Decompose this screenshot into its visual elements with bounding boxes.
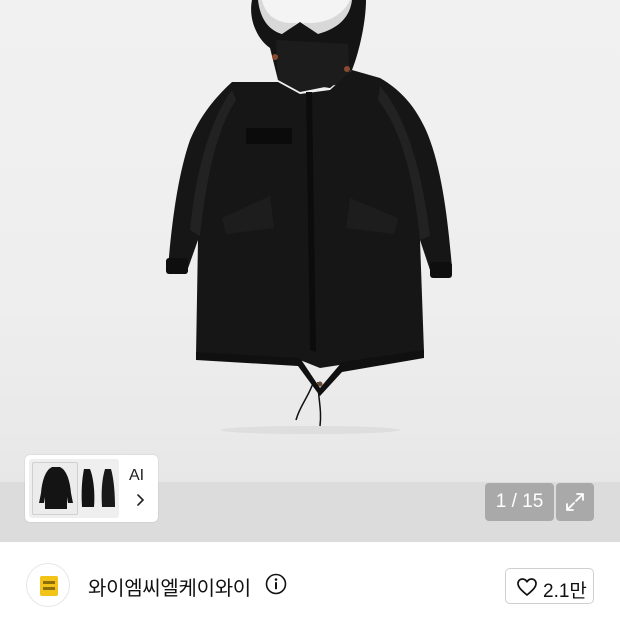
brand-logo-icon	[40, 576, 58, 596]
fullscreen-button[interactable]	[556, 483, 594, 521]
heart-outline-icon	[517, 578, 537, 596]
chevron-right-icon[interactable]	[133, 493, 147, 507]
product-image-gallery[interactable]: AI 1 / 15	[0, 0, 620, 542]
thumbnail-strip[interactable]	[29, 459, 119, 518]
thumbnail-2[interactable]	[80, 465, 98, 513]
thumbnail-3[interactable]	[99, 465, 117, 513]
thumbnail-selected[interactable]	[32, 462, 78, 515]
like-button[interactable]: 2.1만	[505, 568, 594, 604]
brand-logo[interactable]	[26, 563, 70, 607]
image-counter: 1 / 15	[485, 483, 554, 521]
ai-label[interactable]: AI	[129, 467, 144, 485]
brand-row: 와이엠씨엘케이와이 2.1만	[0, 542, 620, 620]
ai-thumbnail-panel[interactable]: AI	[25, 455, 158, 522]
parka-illustration	[166, 0, 452, 434]
brand-name[interactable]: 와이엠씨엘케이와이	[88, 572, 251, 601]
expand-arrows-icon	[566, 493, 584, 511]
info-circle-icon[interactable]	[265, 573, 287, 595]
like-count: 2.1만	[543, 581, 587, 602]
